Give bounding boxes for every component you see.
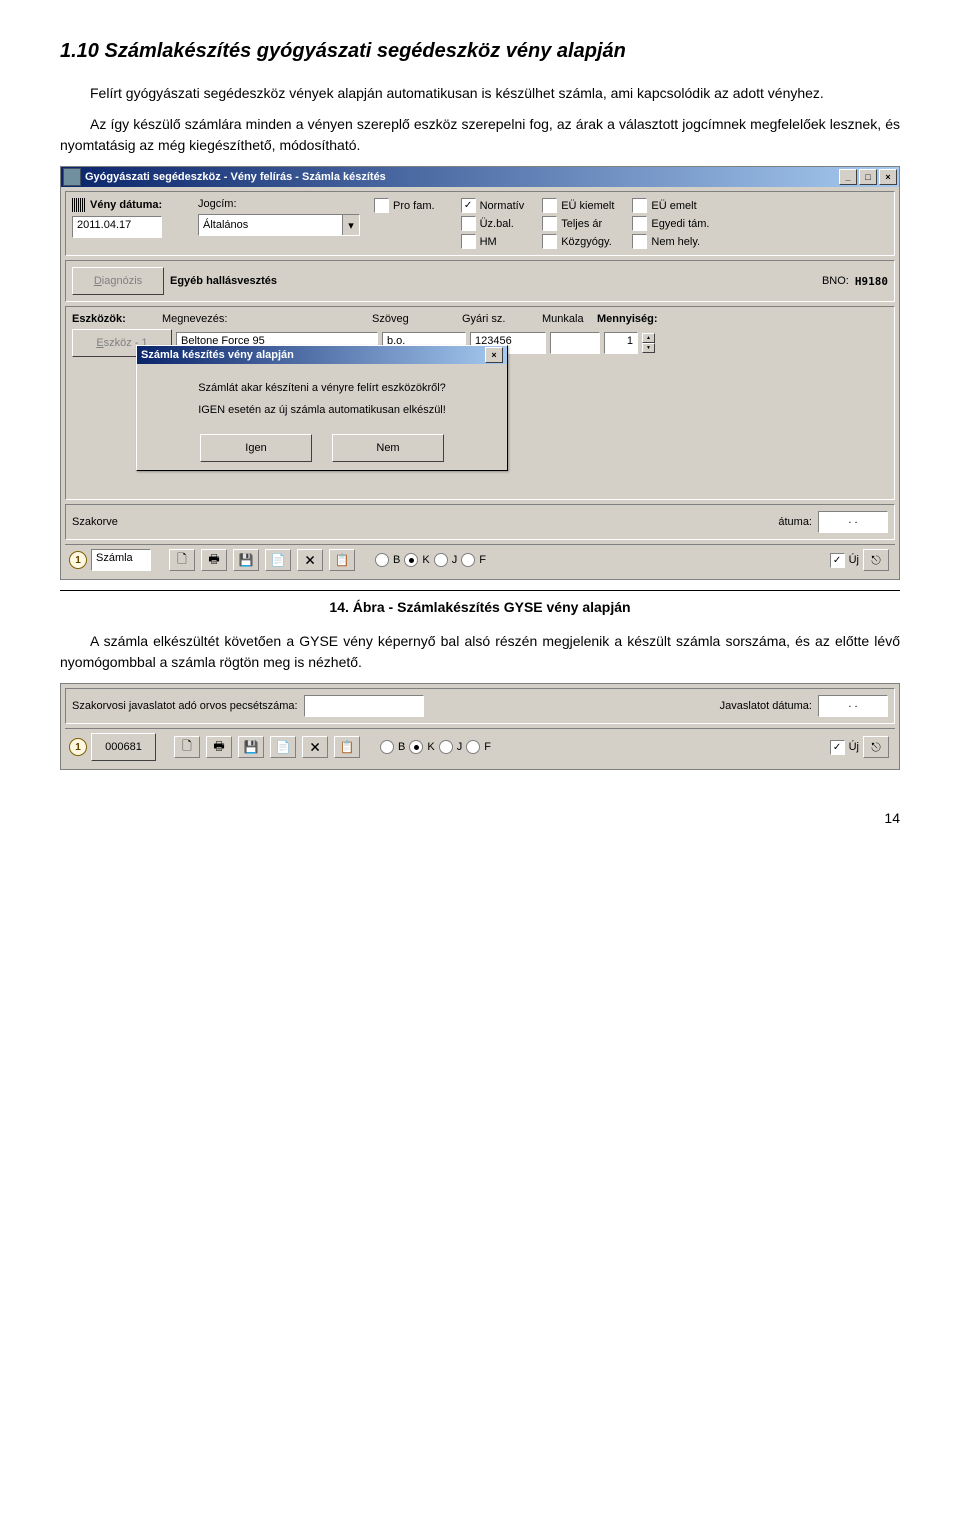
radio-j-2[interactable]: J <box>439 740 463 754</box>
eszkozok-label: Eszközök: <box>72 313 162 325</box>
chk-eu-kiemelt[interactable]: EÜ kiemelt <box>542 198 614 213</box>
col-gyarisz: Gyári sz. <box>462 313 542 325</box>
chk-eu-emelt[interactable]: EÜ emelt <box>632 198 709 213</box>
col-munkalap: Munkala <box>542 313 597 325</box>
diagnozis-value: Egyéb hallásvesztés <box>170 275 816 287</box>
radio-b[interactable]: B <box>375 553 400 567</box>
panel-szakorvos: Szakorve átuma: . . <box>65 504 895 540</box>
tamogatasi-grid: ✓Normatív EÜ kiemelt EÜ emelt Üz.bal. Te… <box>461 198 710 249</box>
radio-k[interactable]: K <box>404 553 429 567</box>
page-number: 14 <box>60 810 900 826</box>
col-szoveg: Szöveg <box>372 313 462 325</box>
tool-icon-4[interactable]: 📋 <box>334 736 360 758</box>
szakorvos-label-cut: Szakorve <box>72 516 118 528</box>
tool-icon-3[interactable]: 📄 <box>270 736 296 758</box>
titlebar: Gyógyászati segédeszköz - Vény felírás -… <box>61 167 899 187</box>
figure-caption-14: 14. Ábra - Számlakészítés GYSE vény alap… <box>60 599 900 615</box>
chk-hm[interactable]: HM <box>461 234 525 249</box>
chk-egyeditam[interactable]: Egyedi tám. <box>632 216 709 231</box>
section-heading: 1.10 Számlakészítés gyógyászati segédesz… <box>60 40 900 63</box>
igen-button[interactable]: Igen <box>200 434 312 462</box>
radio-b-2[interactable]: B <box>380 740 405 754</box>
circled-1-icon-2: 1 <box>69 738 87 756</box>
print-icon-2[interactable]: 🖶 <box>206 736 232 758</box>
mennyiseg-spinner[interactable]: ▲▼ <box>642 333 655 353</box>
paragraph-2: Az így készülő számlára minden a vényen … <box>60 114 900 156</box>
dialog-text-1: Számlát akar készíteni a vényre felírt e… <box>153 382 491 394</box>
jogcim-label: Jogcím: <box>198 198 368 210</box>
tool-icon-1[interactable]: 📄 <box>265 549 291 571</box>
atuma-label-cut: átuma: <box>778 516 812 528</box>
szamla-number-button[interactable]: 000681 <box>91 733 156 761</box>
save-icon[interactable]: 💾 <box>233 549 259 571</box>
paragraph-3: A számla elkészültét követően a GYSE vén… <box>60 631 900 673</box>
delete-icon-2[interactable]: 🗙 <box>302 736 328 758</box>
window-gyse-veny: Gyógyászati segédeszköz - Vény felírás -… <box>60 166 900 580</box>
chk-teljesar[interactable]: Teljes ár <box>542 216 614 231</box>
radio-j[interactable]: J <box>434 553 458 567</box>
jogcim-select[interactable]: Általános ▾ <box>198 214 360 236</box>
dialog-title: Számla készítés vény alapján × <box>137 346 507 364</box>
toolbar: 1 Számla 🗋 🖶 💾 📄 🗙 📋 B K J F ✓Új ⎋ <box>65 544 895 575</box>
new-icon[interactable]: 🗋 <box>169 549 195 571</box>
pecsetszam-input[interactable] <box>304 695 424 717</box>
panel-diagnosis: Diagnózis Egyéb hallásvesztés BNO: H9180 <box>65 260 895 302</box>
panel-top: Vény dátuma: 2011.04.17 Jogcím: Általáno… <box>65 191 895 256</box>
szakorvos-pecset-label: Szakorvosi javaslatot adó orvos pecsétsz… <box>72 700 298 712</box>
paragraph-1: Felírt gyógyászati segédeszköz vények al… <box>60 83 900 104</box>
diagnozis-button[interactable]: Diagnózis <box>72 267 164 295</box>
chk-uj-2[interactable]: ✓Új <box>830 740 859 755</box>
maximize-button[interactable]: □ <box>859 169 877 185</box>
col-megnevezes: Megnevezés: <box>162 313 372 325</box>
tool-icon-2[interactable]: 📋 <box>329 549 355 571</box>
minimize-button[interactable]: _ <box>839 169 857 185</box>
dialog-text-2: IGEN esetén az új számla automatikusan e… <box>153 404 491 416</box>
window-title: Gyógyászati segédeszköz - Vény felírás -… <box>85 171 386 183</box>
new-icon-2[interactable]: 🗋 <box>174 736 200 758</box>
bno-value: H9180 <box>855 275 888 288</box>
app-icon <box>63 168 81 186</box>
close-button[interactable]: × <box>879 169 897 185</box>
delete-icon[interactable]: 🗙 <box>297 549 323 571</box>
barcode-icon <box>72 198 86 212</box>
dialog-szamlakeszites: Számla készítés vény alapján × Számlát a… <box>136 345 508 471</box>
veny-datuma-label: Vény dátuma: <box>90 199 162 211</box>
panel-szakorvos-2: Szakorvosi javaslatot adó orvos pecsétsz… <box>65 688 895 724</box>
chk-uzbal[interactable]: Üz.bal. <box>461 216 525 231</box>
chk-kozgyogy[interactable]: Közgyógy. <box>542 234 614 249</box>
bno-label: BNO: <box>822 275 849 287</box>
veny-datuma-input[interactable]: 2011.04.17 <box>72 216 162 238</box>
eszkoz-munkalap-input[interactable] <box>550 332 600 354</box>
szamla-label-box: Számla <box>91 549 151 571</box>
col-mennyiseg: Mennyiség: <box>597 313 658 325</box>
chk-normativ[interactable]: ✓Normatív <box>461 198 525 213</box>
javaslat-datuma-label: Javaslatot dátuma: <box>720 700 812 712</box>
exit-icon[interactable]: ⎋ <box>863 549 889 571</box>
chk-uj[interactable]: ✓Új <box>830 553 859 568</box>
circled-1-icon: 1 <box>69 551 87 569</box>
save-icon-2[interactable]: 💾 <box>238 736 264 758</box>
javaslat-datum-input[interactable]: . . <box>818 695 888 717</box>
panel-eszkozok: Eszközök: Megnevezés: Szöveg Gyári sz. M… <box>65 306 895 500</box>
radio-k-2[interactable]: K <box>409 740 434 754</box>
chk-nemhely[interactable]: Nem hely. <box>632 234 709 249</box>
chevron-down-icon[interactable]: ▾ <box>342 215 359 235</box>
window-snippet: Szakorvosi javaslatot adó orvos pecsétsz… <box>60 683 900 770</box>
exit-icon-2[interactable]: ⎋ <box>863 736 889 758</box>
dialog-close-button[interactable]: × <box>485 347 503 363</box>
print-icon[interactable]: 🖶 <box>201 549 227 571</box>
datum-input[interactable]: . . <box>818 511 888 533</box>
profam-checkbox[interactable]: Pro fam. <box>374 198 435 213</box>
toolbar-2: 1 000681 🗋 🖶 💾 📄 🗙 📋 B K J F ✓Új ⎋ <box>65 728 895 765</box>
radio-f-2[interactable]: F <box>466 740 491 754</box>
eszkoz-mennyiseg-input[interactable]: 1 <box>604 332 638 354</box>
nem-button[interactable]: Nem <box>332 434 444 462</box>
radio-f[interactable]: F <box>461 553 486 567</box>
